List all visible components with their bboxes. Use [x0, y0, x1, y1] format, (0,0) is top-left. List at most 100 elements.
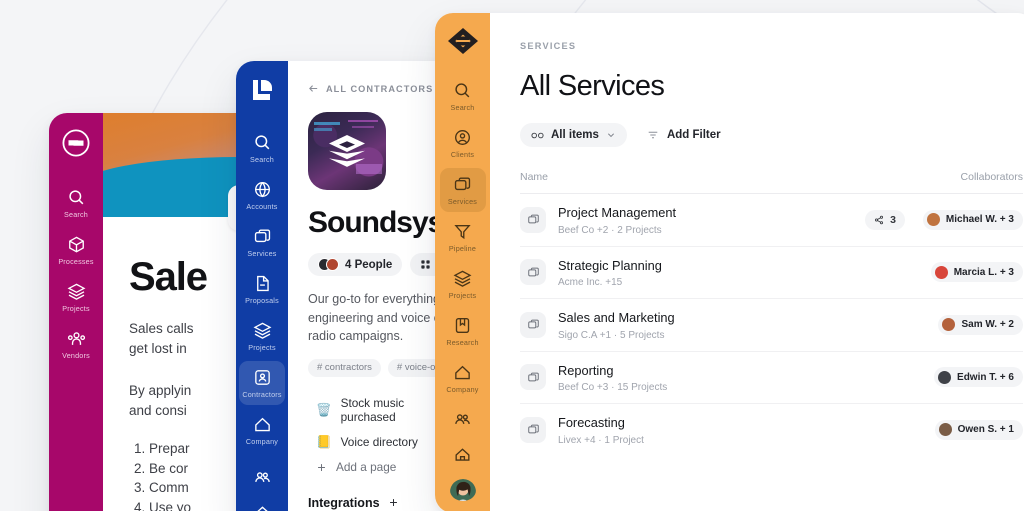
collaborators-badge[interactable]: Michael W. + 3: [922, 209, 1023, 230]
soundsys-contractor-window[interactable]: Search Accounts Services Proposals Proje…: [236, 61, 458, 511]
collaborators-badge[interactable]: Sam W. + 2: [938, 314, 1023, 335]
sales-sidebar[interactable]: Search Processes Projects Vendors: [49, 113, 103, 511]
people-icon: [254, 472, 270, 483]
service-icon: [520, 259, 546, 286]
sidebar-item-services[interactable]: Services: [239, 220, 285, 264]
sidebar-item-label: Vendors: [62, 351, 90, 360]
service-name: Forecasting: [558, 415, 625, 430]
sidebar-item-accounts[interactable]: Accounts: [239, 173, 285, 217]
all-items-select[interactable]: All items: [520, 123, 627, 147]
collaborators-label: Marcia L. + 3: [953, 266, 1014, 278]
sidebar-item-company[interactable]: Company: [440, 356, 486, 400]
table-row[interactable]: Project Management Beef Co +2 · 2 Projec…: [520, 194, 1023, 247]
service-name: Sales and Marketing: [558, 310, 675, 325]
tag-contractors[interactable]: # contractors: [308, 358, 381, 377]
sidebar-item-company[interactable]: Company: [239, 408, 285, 452]
soundsys-mark-icon: [308, 112, 386, 190]
table-row[interactable]: Strategic Planning Acme Inc. +15 Marcia …: [520, 247, 1023, 299]
share-count-badge[interactable]: 3: [865, 209, 905, 230]
avatar: [938, 423, 952, 437]
sidebar-item-home[interactable]: [239, 496, 285, 511]
sidebar-item-search[interactable]: Search: [53, 181, 99, 225]
table-row[interactable]: Sales and Marketing Sigo C.A +1 · 5 Proj…: [520, 299, 1023, 352]
sidebar-item-label: Projects: [448, 291, 477, 301]
plus-icon[interactable]: [388, 497, 399, 508]
user-avatar[interactable]: [449, 479, 476, 501]
sidebar-item-projects[interactable]: Projects: [440, 262, 486, 306]
service-name: Strategic Planning: [558, 257, 662, 273]
column-header-name: Name: [520, 171, 549, 183]
grid-icon: [421, 260, 430, 269]
collaborators-badge[interactable]: Marcia L. + 3: [930, 262, 1023, 283]
table-row[interactable]: Forecasting Livex +4 · 1 Project Owen S.…: [520, 404, 1023, 456]
services-icon: [254, 229, 270, 243]
chevron-down-icon: [607, 133, 614, 138]
all-services-window[interactable]: Search Clients Services Pipeline Project…: [435, 13, 1024, 511]
sidebar-item-people[interactable]: [440, 403, 486, 435]
layers-icon: [253, 322, 271, 339]
layers-icon: [453, 271, 472, 288]
sidebar-item-clients[interactable]: Clients: [440, 121, 486, 165]
service-icon: [520, 311, 546, 338]
sidebar-item-proposals[interactable]: Proposals: [239, 267, 285, 311]
sidebar-item-pipeline[interactable]: Pipeline: [440, 215, 486, 259]
service-subtitle: Sigo C.A +1 · 5 Projects: [558, 329, 665, 341]
soundsys-content: ALL CONTRACTORS Soundsys 4 People Our go…: [288, 61, 458, 511]
sidebar-item-search[interactable]: Search: [440, 74, 486, 118]
people-count-label: 4 People: [345, 258, 393, 271]
sidebar-item-label: Services: [247, 249, 277, 258]
add-filter-label: Add Filter: [666, 129, 721, 141]
back-label: ALL CONTRACTORS: [326, 83, 434, 94]
add-filter-button[interactable]: Add Filter: [647, 129, 721, 141]
services-content: SERVICES All Services All items Add Filt…: [490, 13, 1024, 511]
vendors-icon: [67, 332, 85, 345]
home-outline-icon: [455, 448, 470, 462]
people-count-chip[interactable]: 4 People: [308, 253, 403, 276]
home-outline-icon: [256, 506, 268, 511]
sidebar-item-search[interactable]: Search: [239, 126, 285, 170]
infinity-icon: [531, 132, 544, 138]
home-icon: [254, 417, 270, 432]
sidebar-item-label: Research: [446, 338, 479, 348]
sidebar-item-processes[interactable]: Processes: [53, 228, 99, 272]
sidebar-item-label: Contractors: [242, 390, 282, 399]
arrow-left-icon: [309, 85, 318, 92]
sidebar-item-label: Services: [447, 197, 478, 207]
layers-icon: [67, 283, 85, 300]
sidebar-item-label: Company: [446, 385, 479, 395]
collaborators-label: Edwin T. + 6: [957, 371, 1014, 383]
contractor-avatar: [308, 112, 386, 190]
funnel-icon: [454, 225, 471, 240]
sidebar-item-services[interactable]: Services: [439, 168, 486, 213]
sidebar-item-vendors[interactable]: Vendors: [53, 322, 99, 366]
sidebar-item-label: Projects: [248, 343, 276, 352]
column-header-collaborators: Collaborators: [960, 171, 1023, 183]
sidebar-item-projects[interactable]: Projects: [53, 275, 99, 319]
collaborators-label: Sam W. + 2: [961, 319, 1014, 331]
sidebar-item-label: Pipeline: [448, 244, 477, 254]
sidebar-item-home[interactable]: [440, 438, 486, 470]
sidebar-item-contractors[interactable]: Contractors: [239, 361, 285, 405]
search-icon: [68, 190, 83, 205]
table-row[interactable]: Reporting Beef Co +3 · 15 Projects Edwin…: [520, 352, 1023, 404]
collaborators-badge[interactable]: Edwin T. + 6: [934, 367, 1023, 388]
collaborators-badge[interactable]: Owen S. + 1: [934, 419, 1023, 440]
page-title: All Services: [520, 70, 665, 102]
soundsys-sidebar[interactable]: Search Accounts Services Proposals Proje…: [236, 61, 288, 511]
page-emoji-icon: 📒: [316, 434, 332, 449]
sidebar-item-research[interactable]: Research: [440, 309, 486, 353]
services-icon: [454, 177, 471, 191]
avatar: [926, 213, 940, 227]
add-a-page-label: Add a page: [336, 460, 397, 474]
breadcrumb: SERVICES: [520, 41, 577, 51]
services-sidebar[interactable]: Search Clients Services Pipeline Project…: [435, 13, 490, 511]
sidebar-item-projects[interactable]: Projects: [239, 314, 285, 358]
sidebar-item-people[interactable]: [239, 461, 285, 493]
sidebar-item-label: Search: [250, 155, 274, 164]
service-name: Reporting: [558, 362, 614, 378]
globe-icon: [254, 182, 270, 198]
sidebar-item-label: Processes: [58, 257, 94, 266]
sidebar-item-label: Projects: [62, 304, 90, 313]
service-subtitle: Acme Inc. +15: [558, 277, 623, 288]
filter-icon: [648, 131, 658, 139]
